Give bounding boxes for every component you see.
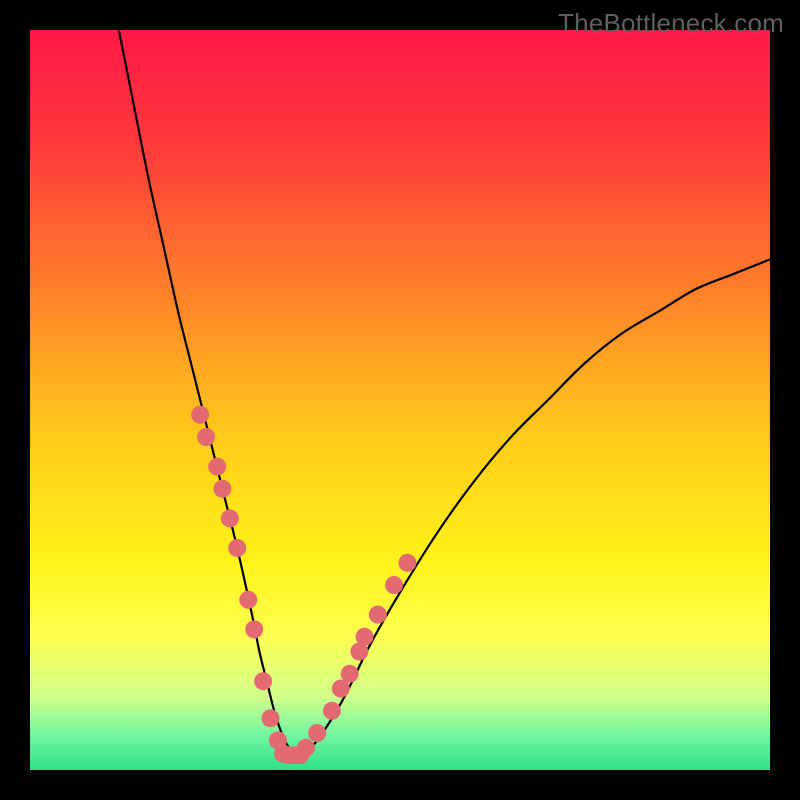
data-dot [341, 665, 359, 683]
data-dot [245, 620, 263, 638]
data-dots [191, 406, 416, 764]
data-dot [191, 406, 209, 424]
data-dot [213, 480, 231, 498]
data-dot [355, 628, 373, 646]
data-dot [197, 428, 215, 446]
data-dot [369, 606, 387, 624]
data-dot [262, 709, 280, 727]
data-dot [221, 509, 239, 527]
data-dot [239, 591, 257, 609]
chart-overlay [30, 30, 770, 770]
data-dot [228, 539, 246, 557]
plot-area [30, 30, 770, 770]
data-dot [398, 554, 416, 572]
frame: TheBottleneck.com [0, 0, 800, 800]
data-dot [254, 672, 272, 690]
data-dot [291, 746, 309, 764]
data-dot [208, 458, 226, 476]
attribution-text: TheBottleneck.com [558, 8, 784, 39]
data-dot [323, 702, 341, 720]
bottleneck-curve [119, 30, 770, 755]
data-dot [385, 576, 403, 594]
data-dot [308, 724, 326, 742]
